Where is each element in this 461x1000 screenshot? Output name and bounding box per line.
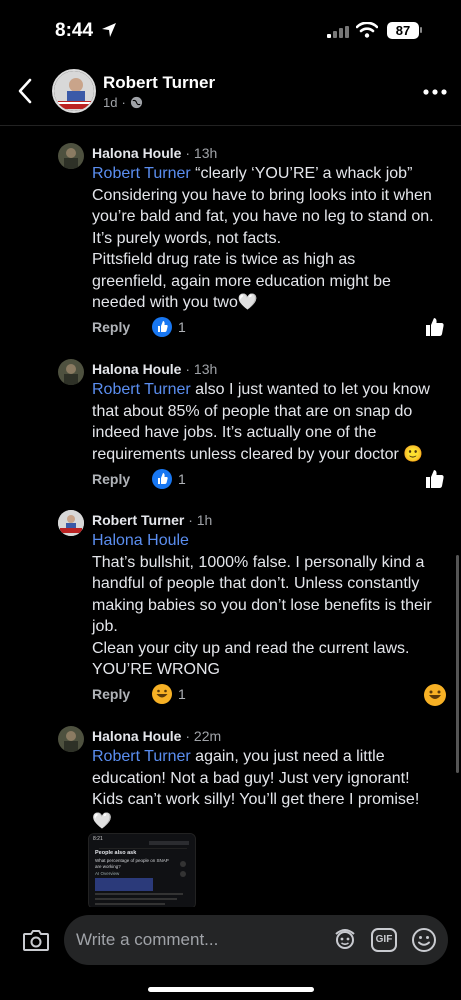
mention-link[interactable]: Robert Turner	[92, 748, 191, 765]
comment-time: 13h	[193, 361, 218, 377]
comment-text: Robert Turner again, you just need a lit…	[92, 746, 450, 832]
thumb-time: 8:21	[93, 836, 103, 842]
commenter-avatar[interactable]	[58, 510, 84, 536]
reaction-summary[interactable]: 1	[152, 469, 186, 489]
comment-text: Robert Turner also I just wanted to let …	[92, 379, 450, 465]
comment-author-name[interactable]: Halona Houle	[92, 145, 181, 161]
thumb-question: What percentage of people on SNAP are wo…	[95, 858, 169, 869]
comment-author-name[interactable]: Halona Houle	[92, 728, 181, 744]
more-icon[interactable]	[422, 80, 448, 104]
comment-image-attachment[interactable]: 8:21 People also ask What percentage of …	[88, 833, 196, 909]
comment-author-name[interactable]: Robert Turner	[92, 512, 184, 528]
battery-indicator: 87	[387, 22, 419, 39]
comment-line: greenfield, again more education might b…	[92, 272, 391, 290]
comment-line: requirements unless cleared by your doct…	[92, 445, 424, 463]
comment-line: YOU’RE WRONG	[92, 661, 220, 678]
like-icon	[152, 469, 172, 489]
comment-line: Kids can’t work silly! You’ll get there …	[92, 791, 420, 808]
haha-icon	[152, 684, 172, 704]
camera-icon[interactable]	[22, 927, 50, 953]
reaction-count: 1	[178, 471, 186, 487]
comment-actions: Reply 1	[92, 317, 186, 337]
comment-text: Robert Turner “clearly ‘YOU’RE’ a whack …	[92, 163, 450, 314]
comment-line: Clean your city up and read the current …	[92, 639, 410, 657]
comment-time: 1h	[196, 512, 213, 528]
comment-line: needed with you two🤍	[92, 294, 258, 311]
mention-link[interactable]: Halona Houle	[92, 530, 450, 552]
post-meta: 1d ·	[103, 95, 143, 110]
reply-button[interactable]: Reply	[92, 686, 152, 702]
comment-line: handful of people that don’t. Unless con…	[92, 575, 420, 592]
comment-author[interactable]: Halona Houle · 22m	[92, 728, 221, 744]
mention-link[interactable]: Robert Turner	[92, 381, 191, 398]
comment-line: It’s purely words, not facts.	[92, 229, 282, 247]
mention-link[interactable]: Robert Turner	[92, 165, 191, 182]
thumb-tag: AI Overview	[95, 871, 120, 876]
reaction-count: 1	[178, 319, 186, 335]
post-age: 1d	[103, 95, 118, 110]
like-icon[interactable]	[424, 316, 446, 338]
globe-icon	[130, 96, 142, 109]
commenter-avatar[interactable]	[58, 359, 84, 385]
reply-button[interactable]: Reply	[92, 471, 152, 487]
comment-time: 22m	[193, 728, 222, 744]
back-arrow-icon[interactable]	[14, 76, 38, 106]
wifi-icon	[356, 22, 378, 38]
author-avatar[interactable]	[52, 69, 96, 113]
comment-line: Robert Turner “clearly ‘YOU’RE’ a whack …	[92, 165, 413, 182]
comment-input[interactable]	[76, 915, 326, 965]
comment-line: 🤍	[92, 812, 112, 830]
comment-author[interactable]: Robert Turner · 1h	[92, 512, 212, 528]
reply-button[interactable]: Reply	[92, 319, 152, 335]
comment-text: Halona Houle That’s bullshit, 1000% fals…	[92, 530, 450, 681]
comment-author[interactable]: Halona Houle · 13h	[92, 361, 217, 377]
comment-line: Robert Turner also I just wanted to let …	[92, 381, 430, 398]
home-indicator	[148, 987, 314, 992]
reaction-summary[interactable]: 1	[152, 317, 186, 337]
comment-line: job.	[92, 618, 118, 635]
status-bar: 8:44 87	[0, 0, 461, 60]
comment-line: That’s bullshit, 1000% false. I personal…	[92, 553, 425, 571]
comment-line: Pittsfield drug rate is twice as high as	[92, 251, 356, 268]
like-icon[interactable]	[424, 468, 446, 490]
haha-icon[interactable]	[424, 684, 446, 706]
comment-line: education! Not a bad guy! Just very igno…	[92, 769, 410, 787]
commenter-avatar[interactable]	[58, 726, 84, 752]
comment-input-pill[interactable]: GIF	[64, 915, 448, 965]
post-header: Robert Turner 1d ·	[0, 60, 461, 126]
emoji-icon[interactable]	[411, 927, 437, 953]
comment-line: indeed have jobs. It’s actually one of t…	[92, 424, 377, 441]
status-time: 8:44	[55, 20, 94, 41]
author-name[interactable]: Robert Turner	[103, 73, 215, 93]
reaction-count: 1	[178, 686, 186, 702]
avatar-sticker-icon[interactable]	[332, 928, 358, 952]
comment-composer-bar: GIF	[0, 907, 461, 1000]
comment-line: making babies so you don’t lose benefits…	[92, 596, 432, 614]
comment-line: Considering you have to bring looks into…	[92, 186, 432, 204]
signal-icon	[327, 26, 349, 38]
comment-line: that about 85% of people that are on sna…	[92, 402, 413, 420]
like-icon	[152, 317, 172, 337]
commenter-avatar[interactable]	[58, 143, 84, 169]
comment-actions: Reply 1	[92, 684, 186, 704]
thumb-heading: People also ask	[95, 850, 137, 856]
meta-dot: ·	[121, 95, 126, 110]
scrollbar[interactable]	[456, 555, 459, 773]
comment-time: 13h	[193, 145, 218, 161]
comment-author-name[interactable]: Halona Houle	[92, 361, 181, 377]
comment-line: Robert Turner again, you just need a lit…	[92, 748, 385, 765]
battery-nub	[420, 27, 422, 33]
gif-icon[interactable]: GIF	[371, 928, 397, 952]
location-arrow-icon	[102, 23, 116, 37]
comment-author[interactable]: Halona Houle · 13h	[92, 145, 217, 161]
comment-line: you’re bald and fat, you have no leg to …	[92, 208, 434, 225]
comment-actions: Reply 1	[92, 469, 186, 489]
reaction-summary[interactable]: 1	[152, 684, 186, 704]
